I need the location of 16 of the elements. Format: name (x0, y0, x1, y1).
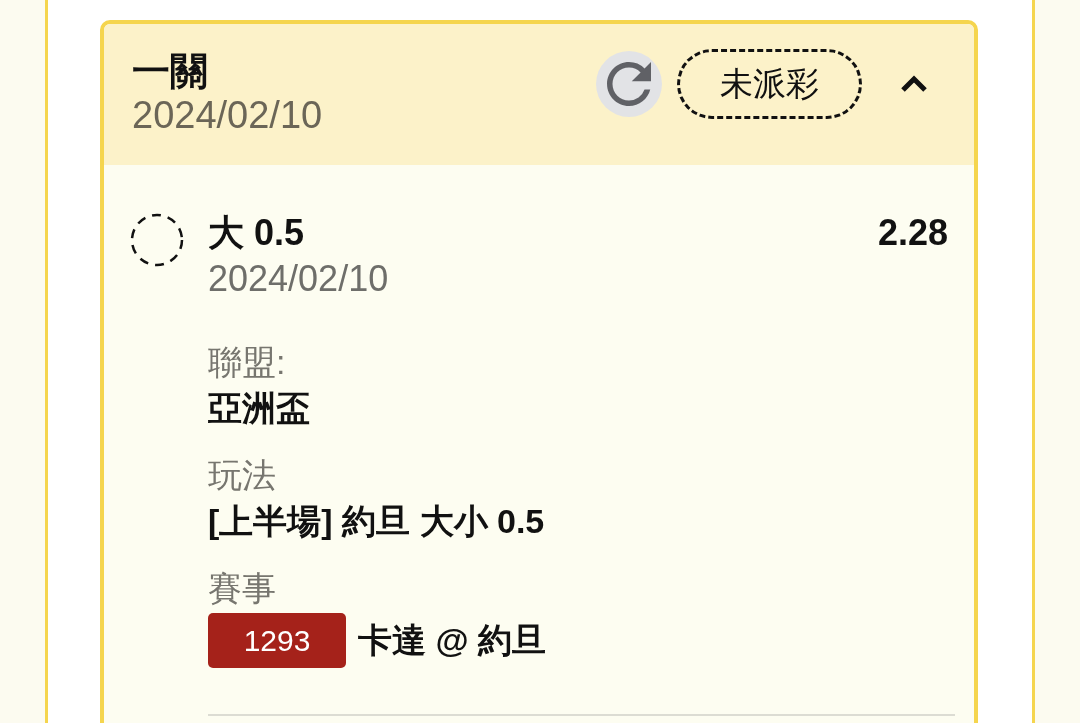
selection-radio[interactable] (130, 213, 184, 267)
chevron-up-icon[interactable] (900, 74, 928, 94)
match-number-badge: 1293 (208, 612, 346, 668)
refresh-icon (607, 62, 651, 106)
selection-name: 大 0.5 (208, 211, 305, 255)
detail-label: 聯盟: (208, 342, 287, 383)
detail-value: 亞洲盃 (208, 388, 311, 429)
detail-value: [上半場] 約旦 大小 0.5 (208, 501, 546, 542)
status-badge: 未派彩 (677, 49, 862, 119)
odds-value: 2.28 (877, 211, 948, 255)
match-date: 2024/02/10 (208, 257, 390, 301)
detail-label: 玩法 (208, 455, 277, 496)
detail-label: 賽事 (208, 568, 277, 609)
ticket-title: 一關 (132, 49, 209, 93)
match-teams: 卡達 @ 約旦 (358, 620, 547, 661)
ticket-date: 2024/02/10 (132, 93, 323, 137)
